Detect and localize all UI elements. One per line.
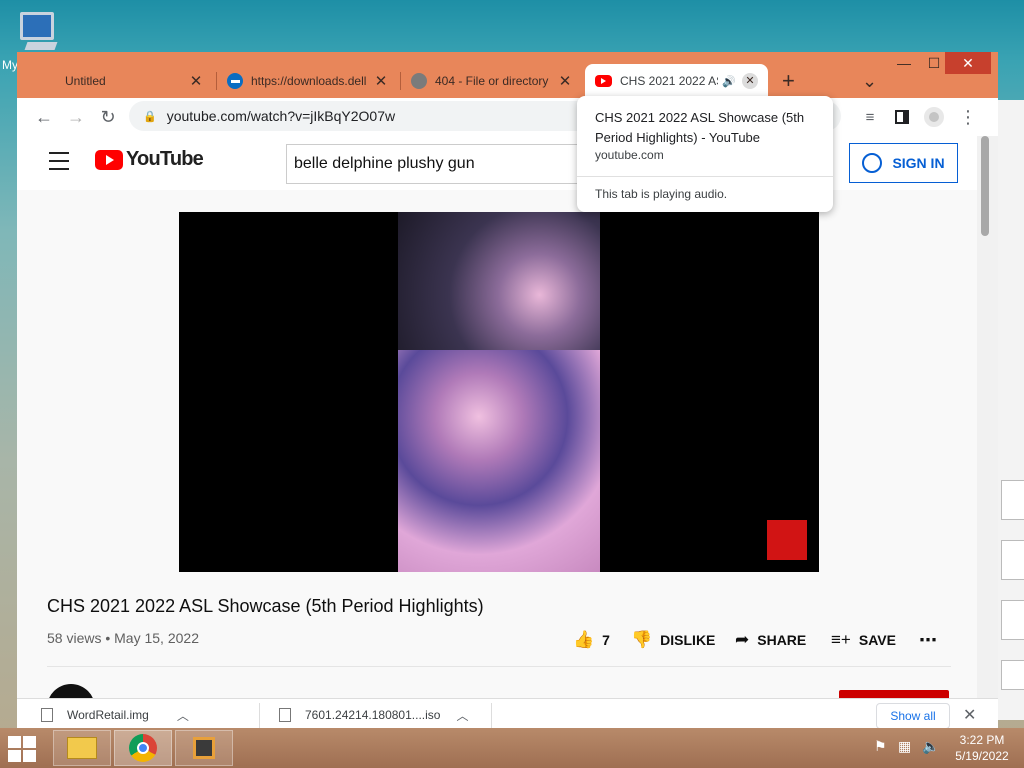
youtube-favicon-icon — [595, 75, 612, 87]
sign-in-button[interactable]: SIGN IN — [849, 143, 958, 183]
tab-search-chevron-icon[interactable]: ⌄ — [857, 64, 883, 98]
browser-toolbar: ← → ↻ 🔒 youtube.com/watch?v=jIkBqY2O07w … — [17, 98, 998, 136]
save-button[interactable]: ≡+ SAVE — [831, 628, 896, 652]
youtube-play-icon — [95, 149, 123, 170]
side-panel-icon[interactable] — [889, 104, 915, 130]
tab-title: 404 - File or directory — [435, 74, 549, 88]
tab-close-icon[interactable]: ✕ — [556, 72, 574, 90]
video-frame-bottom — [398, 350, 600, 572]
background-window — [996, 100, 1024, 720]
hovercard-audio-status: This tab is playing audio. — [595, 187, 728, 201]
tab-untitled[interactable]: Untitled ✕ — [55, 64, 215, 98]
save-label: SAVE — [858, 632, 896, 648]
download-filename: 7601.24214.180801....iso — [305, 708, 441, 722]
folder-icon — [67, 737, 97, 759]
volume-tray-icon[interactable]: 🔈 — [922, 738, 939, 755]
profile-avatar-icon[interactable] — [921, 104, 947, 130]
video-title: CHS 2021 2022 ASL Showcase (5th Period H… — [47, 596, 484, 616]
divider — [47, 666, 951, 667]
speaker-audio-icon[interactable]: 🔊 — [722, 75, 736, 88]
share-arrow-icon: ➦ — [735, 630, 750, 649]
tab-title: CHS 2021 2022 ASL — [620, 74, 718, 88]
tab-title: https://downloads.dell — [251, 74, 366, 88]
globe-icon — [411, 73, 427, 89]
video-frame-top — [398, 212, 600, 350]
lock-icon: 🔒 — [143, 110, 157, 123]
system-clock[interactable]: 3:22 PM 5/19/2022 — [950, 732, 1014, 764]
url-text: youtube.com/watch?v=jIkBqY2O07w — [166, 108, 396, 124]
chevron-up-icon[interactable]: ︿ — [177, 707, 189, 724]
channel-watermark-icon[interactable] — [767, 520, 807, 560]
app-icon — [193, 737, 215, 759]
youtube-wordmark: YouTube — [126, 148, 204, 170]
youtube-logo[interactable]: YouTube — [95, 148, 204, 171]
reload-icon[interactable]: ↻ — [95, 104, 121, 130]
dislike-label: DISLIKE — [660, 632, 716, 648]
more-actions-button[interactable]: ⋯ — [919, 628, 937, 652]
hamburger-menu-icon[interactable] — [49, 152, 69, 170]
search-input[interactable]: belle delphine plushy gun — [286, 144, 616, 184]
close-downloads-icon[interactable]: ✕ — [963, 705, 976, 725]
network-tray-icon[interactable]: ▦ — [898, 738, 911, 755]
dislike-button[interactable]: 👎 DISLIKE — [631, 628, 715, 652]
youtube-page: YouTube belle delphine plushy gun SIGN I… — [17, 136, 998, 698]
computer-desktop-icon[interactable] — [14, 8, 64, 56]
file-icon — [279, 708, 291, 722]
clock-date: 5/19/2022 — [955, 749, 1009, 763]
flag-tray-icon[interactable]: ⚑ — [874, 738, 887, 755]
share-label: SHARE — [757, 632, 807, 648]
chevron-up-icon[interactable]: ︿ — [456, 707, 468, 724]
new-tab-button[interactable]: + — [777, 64, 807, 98]
desktop-icon-label: My — [2, 58, 18, 72]
channel-avatar[interactable] — [47, 684, 95, 698]
subscribe-button[interactable] — [839, 690, 949, 698]
downloads-bar: WordRetail.img ︿ 7601.24214.180801....is… — [17, 698, 998, 730]
like-button[interactable]: 👍 7 — [573, 628, 610, 652]
youtube-header: YouTube belle delphine plushy gun SIGN I… — [17, 136, 977, 190]
chrome-icon — [129, 734, 157, 762]
tab-close-icon[interactable]: ✕ — [742, 73, 758, 89]
reading-list-icon[interactable]: ≡ — [857, 104, 883, 130]
search-query-text: belle delphine plushy gun — [294, 155, 475, 172]
page-scrollbar[interactable] — [977, 136, 998, 698]
add-to-playlist-icon: ≡+ — [831, 630, 851, 649]
scrollbar-thumb[interactable] — [981, 136, 989, 236]
show-all-downloads-button[interactable]: Show all — [876, 703, 950, 729]
download-filename: WordRetail.img — [67, 708, 149, 722]
browser-window: — ☐ ✕ Untitled ✕ https://downloads.dell … — [17, 52, 998, 730]
start-windows-icon[interactable] — [8, 736, 38, 762]
taskbar: ⚑ ▦ 🔈 3:22 PM 5/19/2022 — [0, 728, 1024, 768]
dell-favicon-icon — [227, 73, 243, 89]
back-arrow-icon[interactable]: ← — [31, 104, 57, 130]
download-item[interactable]: WordRetail.img ︿ — [41, 699, 261, 731]
like-count: 7 — [602, 632, 610, 648]
tab-hover-card: CHS 2021 2022 ASL Showcase (5th Period H… — [577, 96, 833, 212]
file-icon — [41, 708, 53, 722]
tab-strip: Untitled ✕ https://downloads.dell ✕ 404 … — [17, 60, 998, 98]
tab-title: Untitled — [65, 74, 106, 88]
tab-close-icon[interactable]: ✕ — [372, 72, 390, 90]
app-taskbar-button[interactable] — [175, 730, 233, 766]
user-circle-icon — [862, 153, 883, 173]
thumbs-up-icon: 👍 — [573, 630, 595, 649]
forward-arrow-icon[interactable]: → — [63, 104, 89, 130]
tab-dell-downloads[interactable]: https://downloads.dell ✕ — [217, 64, 400, 98]
file-explorer-taskbar-button[interactable] — [53, 730, 111, 766]
video-views-date: 58 views • May 15, 2022 — [47, 630, 199, 646]
tab-404[interactable]: 404 - File or directory ✕ — [401, 64, 584, 98]
video-player[interactable] — [179, 212, 819, 572]
share-button[interactable]: ➦ SHARE — [735, 628, 806, 652]
thumbs-down-icon: 👎 — [631, 630, 653, 649]
chrome-taskbar-button[interactable] — [114, 730, 172, 766]
tab-close-icon[interactable]: ✕ — [187, 72, 205, 90]
clock-time: 3:22 PM — [959, 733, 1005, 747]
kebab-menu-icon[interactable]: ⋮ — [955, 104, 981, 130]
sign-in-label: SIGN IN — [892, 155, 945, 171]
hovercard-domain: youtube.com — [595, 148, 664, 162]
download-item[interactable]: 7601.24214.180801....iso ︿ — [279, 699, 509, 731]
tab-youtube-active[interactable]: CHS 2021 2022 ASL 🔊 ✕ — [585, 64, 768, 98]
hovercard-title: CHS 2021 2022 ASL Showcase (5th Period H… — [595, 110, 805, 145]
